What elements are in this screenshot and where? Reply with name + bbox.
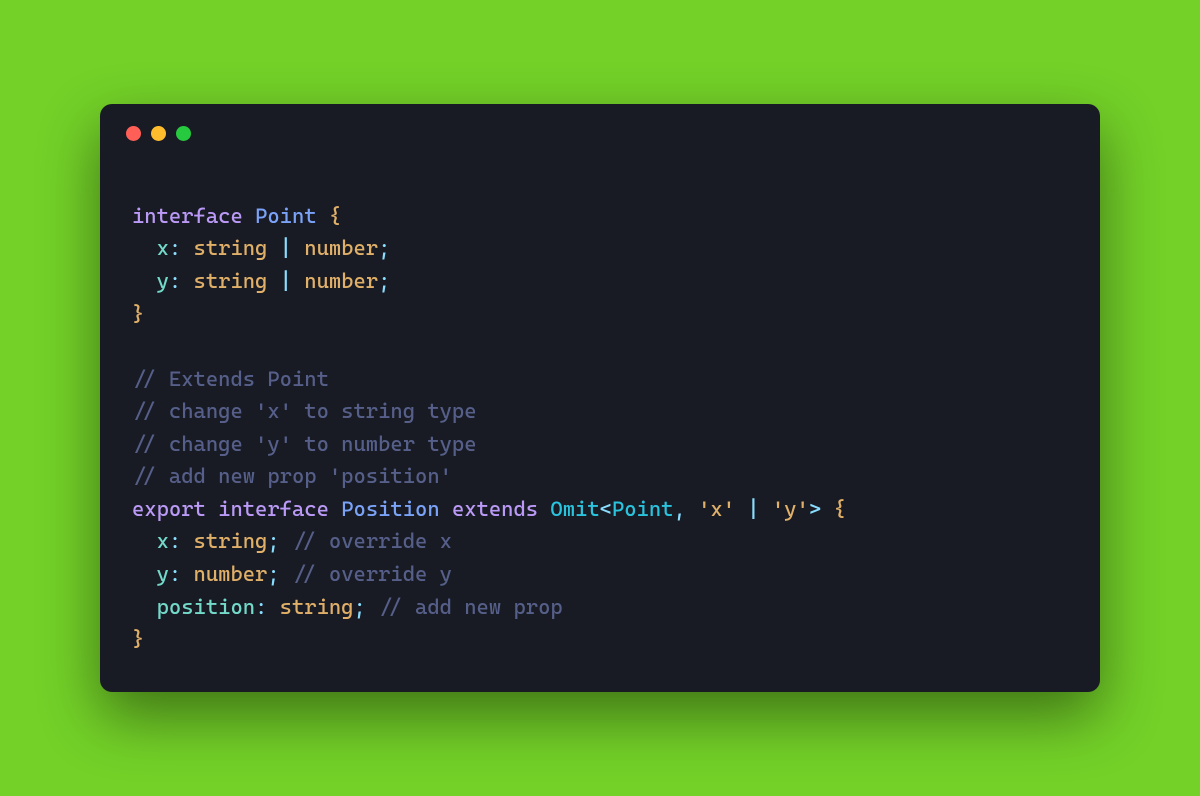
code-line: export interface Position extends Omit<P…: [132, 497, 846, 521]
code-line: y: string | number;: [132, 269, 390, 293]
code-window: interface Point { x: string | number; y:…: [100, 104, 1100, 691]
maximize-icon[interactable]: [176, 126, 191, 141]
indent: [132, 529, 157, 553]
type-position: Position: [341, 497, 439, 521]
string-x: 'x': [698, 497, 735, 521]
indent: [132, 269, 157, 293]
angle-close: >: [809, 497, 821, 521]
semicolon: ;: [267, 529, 279, 553]
keyword-interface: interface: [218, 497, 329, 521]
window-titlebar: [100, 104, 1100, 141]
type-ref-point: Point: [612, 497, 674, 521]
brace-close: }: [132, 302, 144, 326]
colon: :: [169, 562, 194, 586]
angle-open: <: [600, 497, 612, 521]
keyword-extends: extends: [452, 497, 538, 521]
semicolon: ;: [267, 562, 279, 586]
union: |: [735, 497, 772, 521]
code-line: y: number; // override y: [132, 562, 452, 586]
close-icon[interactable]: [126, 126, 141, 141]
type-string: string: [194, 529, 268, 553]
comma: ,: [673, 497, 698, 521]
code-line: // Extends Point: [132, 367, 329, 391]
union: |: [267, 236, 304, 260]
brace-close: }: [132, 627, 144, 651]
space: [366, 595, 378, 619]
code-line: x: string | number;: [132, 236, 390, 260]
space: [280, 562, 292, 586]
type-point: Point: [255, 204, 317, 228]
colon: :: [255, 595, 280, 619]
type-string: string: [280, 595, 354, 619]
type-number: number: [304, 269, 378, 293]
prop-x: x: [157, 236, 169, 260]
code-line: }: [132, 627, 144, 651]
string-y: 'y': [772, 497, 809, 521]
prop-y: y: [157, 562, 169, 586]
code-line: position: string; // add new prop: [132, 595, 563, 619]
util-omit: Omit: [550, 497, 599, 521]
prop-position: position: [157, 595, 255, 619]
keyword-export: export: [132, 497, 206, 521]
brace-open: {: [329, 204, 341, 228]
indent: [132, 562, 157, 586]
brace-open: {: [821, 497, 846, 521]
semicolon: ;: [353, 595, 365, 619]
colon: :: [169, 236, 194, 260]
type-number: number: [304, 236, 378, 260]
comment: // change 'x' to string type: [132, 399, 477, 423]
colon: :: [169, 269, 194, 293]
comment: // add new prop: [378, 595, 563, 619]
union: |: [267, 269, 304, 293]
prop-x: x: [157, 529, 169, 553]
code-line: }: [132, 302, 144, 326]
keyword-interface: interface: [132, 204, 243, 228]
code-line: // change 'y' to number type: [132, 432, 477, 456]
semicolon: ;: [378, 236, 390, 260]
colon: :: [169, 529, 194, 553]
code-line: // add new prop 'position': [132, 464, 452, 488]
indent: [132, 595, 157, 619]
comment: // override y: [292, 562, 452, 586]
code-line: x: string; // override x: [132, 529, 452, 553]
space: [280, 529, 292, 553]
indent: [132, 236, 157, 260]
code-line: interface Point {: [132, 204, 341, 228]
code-line: // change 'x' to string type: [132, 399, 477, 423]
semicolon: ;: [378, 269, 390, 293]
comment: // add new prop 'position': [132, 464, 452, 488]
type-string: string: [194, 269, 268, 293]
stage: interface Point { x: string | number; y:…: [0, 0, 1200, 796]
type-string: string: [194, 236, 268, 260]
code-block: interface Point { x: string | number; y:…: [100, 141, 1100, 655]
minimize-icon[interactable]: [151, 126, 166, 141]
type-number: number: [194, 562, 268, 586]
prop-y: y: [157, 269, 169, 293]
comment: // Extends Point: [132, 367, 329, 391]
comment: // override x: [292, 529, 452, 553]
comment: // change 'y' to number type: [132, 432, 477, 456]
